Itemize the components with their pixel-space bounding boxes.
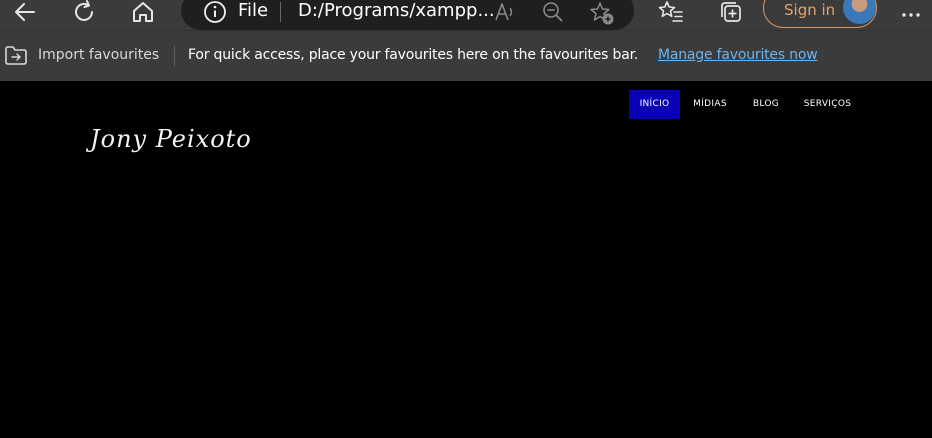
home-button[interactable]: [125, 0, 161, 30]
refresh-button[interactable]: [66, 0, 102, 30]
import-favourites-button[interactable]: Import favourites: [4, 43, 159, 67]
site-logo[interactable]: Jony Peixoto: [90, 125, 252, 153]
webpage: INÍCIO MÍDIAS BLOG SERVIÇOS Jony Peixoto: [0, 81, 932, 438]
browser-toolbar: File D:/Programs/xampp... Sign in: [0, 0, 932, 30]
avatar: [843, 0, 876, 24]
add-favourite-icon[interactable]: [589, 0, 615, 26]
address-divider: [280, 2, 281, 22]
favourites-icon: [658, 1, 683, 22]
collections-icon: [721, 2, 741, 22]
nav-item-inicio[interactable]: INÍCIO: [629, 90, 680, 119]
zoom-out-icon[interactable]: [541, 0, 565, 24]
manage-favourites-link[interactable]: Manage favourites now: [658, 46, 818, 64]
nav-item-midias[interactable]: MÍDIAS: [684, 90, 736, 119]
import-favourites-icon: [5, 46, 27, 65]
back-arrow-icon: [15, 3, 35, 21]
sign-in-label: Sign in: [784, 1, 836, 19]
address-bar[interactable]: File D:/Programs/xampp...: [181, 0, 634, 30]
more-icon: [902, 13, 920, 17]
home-icon: [133, 2, 153, 22]
import-favourites-label: Import favourites: [38, 47, 160, 63]
site-info-label[interactable]: File: [238, 0, 268, 22]
favourites-button[interactable]: [653, 0, 689, 30]
favourites-bar: Import favourites For quick access, plac…: [0, 30, 932, 81]
nav-item-servicos[interactable]: SERVIÇOS: [796, 90, 859, 119]
read-aloud-icon[interactable]: [493, 0, 517, 24]
back-button[interactable]: [7, 0, 43, 30]
refresh-icon: [75, 0, 93, 21]
info-icon[interactable]: [203, 0, 227, 24]
favourites-message: For quick access, place your favourites …: [188, 47, 639, 63]
favourites-divider: [174, 45, 175, 67]
url-text[interactable]: D:/Programs/xampp...: [298, 0, 495, 22]
collections-button[interactable]: [713, 0, 749, 30]
more-button[interactable]: [893, 0, 929, 30]
sign-in-button[interactable]: Sign in: [763, 0, 877, 28]
nav-item-blog[interactable]: BLOG: [743, 90, 789, 119]
